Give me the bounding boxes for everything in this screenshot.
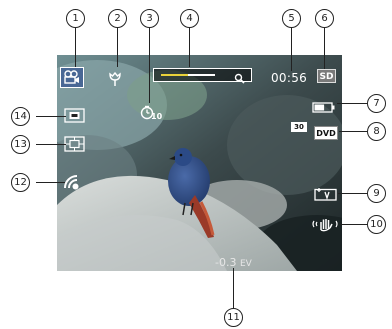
lcd-screen: 10 00:56 SD 30 DVD -0.3 EV: [57, 55, 342, 271]
callout-12: 12: [11, 173, 30, 192]
leader-line-1: [75, 27, 77, 67]
leader-line-6: [324, 27, 326, 69]
callout-8: 8: [367, 122, 386, 141]
zoom-level-fill: [161, 74, 188, 76]
leader-line-5: [291, 27, 293, 71]
wifi-icon: [63, 174, 81, 190]
callout-10: 10: [367, 215, 386, 234]
callout-1: 1: [66, 9, 85, 28]
leader-line-12: [36, 182, 65, 184]
macro-flower-icon: [108, 71, 122, 87]
callout-13: 13: [11, 135, 30, 154]
leader-line-13: [36, 144, 66, 146]
callout-2: 2: [108, 9, 127, 28]
callout-9: 9: [367, 184, 386, 203]
zoom-bar: [153, 68, 252, 84]
leader-line-4: [189, 27, 191, 67]
exposure-unit: EV: [239, 259, 252, 269]
leader-line-11: [233, 268, 235, 310]
callout-11: 11: [224, 308, 243, 327]
face-detect-icon: [314, 186, 337, 201]
hand-shake-icon: [311, 216, 339, 232]
self-timer-icon: 10: [140, 105, 162, 123]
metering-icon: [64, 136, 85, 152]
leader-line-7: [337, 103, 367, 105]
leader-line-8: [339, 131, 367, 133]
scene-photo: [57, 55, 342, 271]
video-format-badge: DVD: [314, 126, 338, 140]
camera-lcd-diagram: 10 00:56 SD 30 DVD -0.3 EV 1 2 3 4 5 6 7…: [0, 0, 392, 329]
magnifier-icon: [234, 69, 245, 84]
frame-rate-badge: 30: [291, 122, 307, 132]
self-timer-value: 10: [151, 112, 163, 121]
callout-3: 3: [140, 9, 159, 28]
callout-7: 7: [367, 94, 386, 113]
leader-line-10: [340, 224, 367, 226]
storage-sd-badge: SD: [317, 69, 336, 83]
callout-5: 5: [282, 9, 301, 28]
movie-camera-icon: [60, 67, 84, 88]
leader-line-2: [117, 27, 119, 67]
leader-line-3: [149, 27, 151, 103]
callout-6: 6: [315, 9, 334, 28]
callout-14: 14: [11, 107, 30, 126]
recording-time: 00:56: [271, 71, 308, 85]
af-frame-icon: [64, 108, 85, 123]
leader-line-14: [36, 116, 66, 118]
battery-icon: [312, 98, 336, 113]
leader-line-9: [338, 193, 367, 195]
callout-4: 4: [180, 9, 199, 28]
